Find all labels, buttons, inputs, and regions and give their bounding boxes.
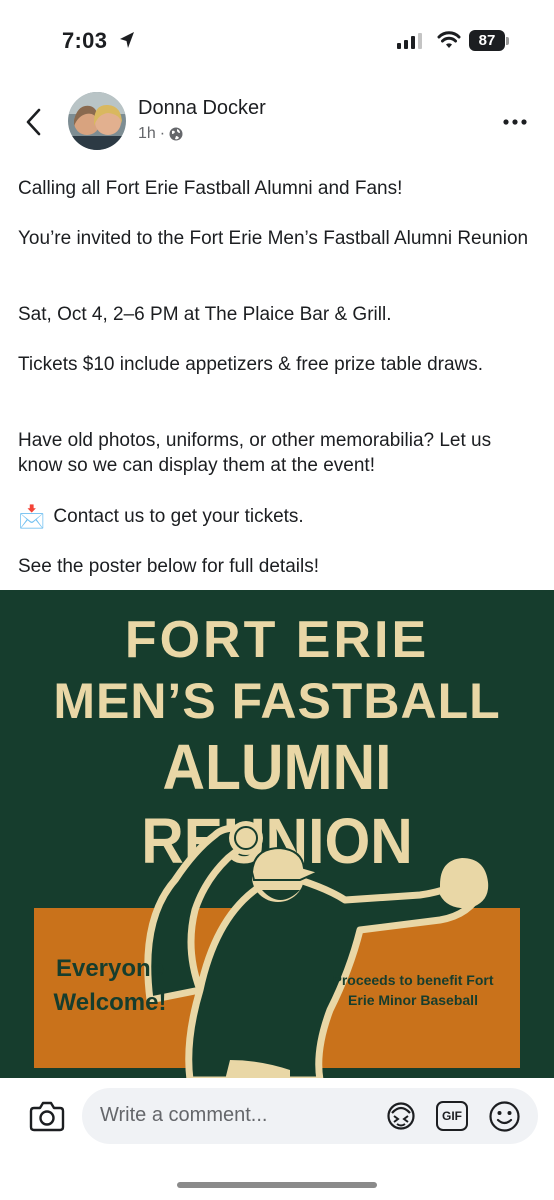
post-line: See the poster below for full details! — [18, 556, 320, 577]
cellular-signal-icon — [397, 33, 422, 49]
post-line: Calling all Fort Erie Fastball Alumni an… — [18, 178, 403, 199]
battery-cap — [506, 37, 509, 45]
meta-separator: · — [159, 125, 166, 142]
gif-label: GIF — [442, 1109, 462, 1123]
poster-image[interactable]: FORT ERIE MEN’S FASTBALL ALUMNI REUNION … — [0, 590, 554, 1080]
post-line: Tickets $10 include appetizers & free pr… — [18, 354, 484, 375]
globe-icon — [169, 127, 183, 141]
poster-welcome-text: Everyone Welcome! — [53, 955, 167, 1016]
post-line: Contact us to get your tickets. — [53, 506, 304, 527]
post-line: You’re invited to the Fort Erie Men’s Fa… — [18, 228, 529, 249]
poster-proceeds-text: Proceeds to benefit Fort Erie Minor Base… — [332, 972, 494, 1008]
status-bar: 7:03 87 — [0, 0, 554, 80]
envelope-icon: 📩 — [18, 504, 46, 529]
status-time: 7:03 — [62, 28, 108, 53]
post-meta: 1h · — [138, 125, 183, 143]
author-avatar[interactable] — [68, 92, 126, 150]
camera-icon[interactable] — [28, 1100, 66, 1132]
post-line: Sat, Oct 4, 2–6 PM at The Plaice Bar & G… — [18, 304, 392, 325]
emoji-icon[interactable] — [488, 1100, 521, 1133]
avatar-sticker-icon[interactable] — [386, 1101, 416, 1131]
author-name[interactable]: Donna Docker — [138, 97, 266, 120]
chevron-left-icon[interactable] — [22, 106, 48, 138]
post-time[interactable]: 1h — [138, 125, 156, 143]
comment-placeholder[interactable]: Write a comment... — [100, 1104, 267, 1127]
more-horizontal-icon[interactable] — [498, 112, 534, 132]
wifi-icon — [437, 31, 461, 48]
battery-level: 87 — [469, 30, 505, 51]
home-indicator[interactable] — [177, 1182, 377, 1188]
gif-icon[interactable]: GIF — [436, 1101, 468, 1131]
post-line: Have old photos, uniforms, or other memo… — [18, 430, 492, 476]
post-line-contact: 📩 Contact us to get your tickets. — [18, 504, 304, 529]
location-arrow-icon — [120, 32, 134, 48]
